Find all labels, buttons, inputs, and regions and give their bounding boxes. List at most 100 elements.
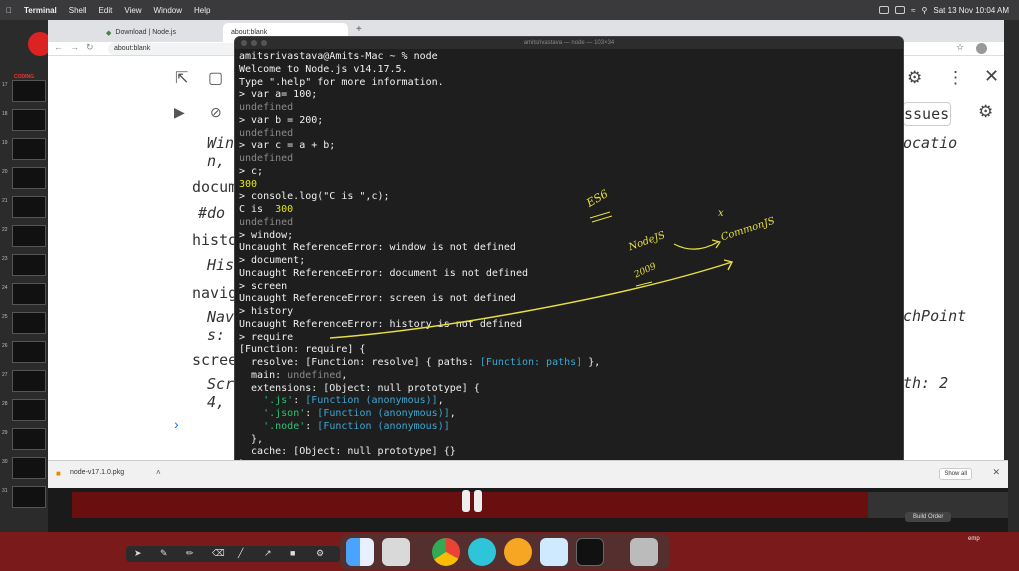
status-icon[interactable]: [879, 6, 890, 14]
terminal-line: main: undefined,: [239, 369, 348, 381]
slide-thumbnail[interactable]: [12, 138, 46, 160]
slide-thumbnail[interactable]: [12, 312, 46, 334]
close-devtools-icon[interactable]: ✕: [984, 66, 999, 87]
console-row: 4,: [207, 393, 226, 411]
slide-thumbnail[interactable]: [12, 254, 46, 276]
drawing-toolbar[interactable]: ➤ ✎ ✏ ⌫ ╱ ↗ ■ ⚙: [126, 546, 340, 562]
console-row[interactable]: Scr: [207, 375, 234, 393]
slide-thumbnail[interactable]: [12, 341, 46, 363]
slide-number: 20: [2, 169, 8, 175]
menu-view[interactable]: View: [118, 6, 147, 15]
finder-icon[interactable]: [346, 538, 374, 566]
slide-thumbnail[interactable]: [12, 80, 46, 102]
settings-gear-icon[interactable]: ⚙: [907, 68, 922, 88]
console-row[interactable]: docum: [192, 178, 237, 196]
nodejs-favicon-icon: ◆: [106, 29, 112, 37]
trash-icon[interactable]: [630, 538, 658, 566]
slide-number: 17: [2, 82, 8, 88]
sidebar-toggle-icon[interactable]: ▶: [174, 104, 185, 121]
pause-icon[interactable]: [458, 488, 488, 514]
slide-thumbnail[interactable]: [12, 399, 46, 421]
settings-tool-icon[interactable]: ⚙: [316, 548, 324, 559]
menu-help[interactable]: Help: [188, 6, 216, 15]
slide-thumbnail[interactable]: [12, 486, 46, 508]
inspect-icon[interactable]: ⇱: [175, 68, 188, 88]
clock-datetime[interactable]: Sat 13 Nov 10:04 AM: [933, 6, 1009, 15]
zoom-window-icon[interactable]: [261, 40, 267, 46]
back-icon[interactable]: ←: [54, 42, 63, 52]
pointer-tool-icon[interactable]: ➤: [134, 548, 142, 559]
close-window-icon[interactable]: [241, 40, 247, 46]
profile-avatar[interactable]: [976, 43, 987, 54]
show-all-button[interactable]: Show all: [939, 468, 972, 480]
close-download-bar-icon[interactable]: ✕: [992, 467, 1000, 478]
tab-download-nodejs[interactable]: ◆ Download | Node.js: [98, 23, 218, 42]
build-order-button[interactable]: Build Order: [905, 512, 952, 522]
device-toggle-icon[interactable]: ▢: [208, 68, 223, 88]
tab-label: about:blank: [231, 29, 268, 36]
issues-button[interactable]: ssues: [903, 102, 951, 126]
terminal-line: undefined: [239, 102, 294, 113]
console-row[interactable]: #do: [198, 204, 225, 222]
annotation-arrow-head: [723, 259, 734, 271]
console-row[interactable]: scree: [192, 351, 237, 369]
slide-thumbnail[interactable]: [12, 167, 46, 189]
webstorm-icon[interactable]: [468, 538, 496, 566]
arrow-tool-icon[interactable]: ↗: [264, 548, 272, 559]
devtools-console-left: ⇱ ▢ ▶ ⊘ Win n, docum #do histo His navig…: [160, 60, 240, 460]
terminal-line: amitsrivastava@Amits-Mac ~ % node: [239, 51, 438, 62]
color-tool-icon[interactable]: ■: [290, 548, 295, 558]
menu-window[interactable]: Window: [148, 6, 188, 15]
display-icon[interactable]: [895, 6, 906, 14]
terminal-icon[interactable]: [576, 538, 604, 566]
pen-tool-icon[interactable]: ✎: [160, 548, 168, 559]
slide-thumbnail[interactable]: [12, 109, 46, 131]
menu-app-name[interactable]: Terminal: [18, 6, 63, 15]
console-row[interactable]: histo: [192, 231, 237, 249]
slide-thumbnail[interactable]: [12, 457, 46, 479]
terminal-line: extensions: [Object: null prototype] {: [239, 382, 480, 394]
chevron-up-icon[interactable]: ˄: [156, 468, 161, 477]
annotation-arrow-nodejs-to-commonjs: [673, 241, 719, 250]
terminal-line: '.node': [Function (anonymous)]: [263, 420, 450, 432]
slide-number: 30: [2, 459, 8, 465]
slide-number: 25: [2, 314, 8, 320]
new-tab-icon[interactable]: +: [356, 24, 362, 35]
console-row-right: th: 2: [903, 374, 949, 392]
download-filename[interactable]: node-v17.1.0.pkg: [70, 469, 124, 476]
console-row[interactable]: Nav: [207, 308, 234, 326]
search-icon[interactable]: ⚲: [922, 6, 928, 15]
url-field[interactable]: about:blank: [108, 43, 248, 55]
forward-icon[interactable]: →: [70, 42, 79, 52]
slack-icon[interactable]: [504, 538, 532, 566]
wifi-icon[interactable]: ≈: [911, 6, 915, 15]
line-tool-icon[interactable]: ╱: [238, 548, 243, 559]
reload-icon[interactable]: ↻: [86, 42, 94, 53]
menu-edit[interactable]: Edit: [93, 6, 119, 15]
launchpad-icon[interactable]: [382, 538, 410, 566]
slide-thumbnail[interactable]: [12, 225, 46, 247]
apple-icon[interactable]: : [0, 6, 18, 15]
menu-shell[interactable]: Shell: [63, 6, 93, 15]
console-row[interactable]: navig: [192, 284, 237, 302]
console-prompt-icon[interactable]: ›: [174, 416, 179, 432]
console-row[interactable]: Win: [207, 134, 234, 152]
clear-console-icon[interactable]: ⊘: [210, 104, 222, 121]
more-menu-icon[interactable]: ⋮: [947, 68, 964, 88]
highlighter-tool-icon[interactable]: ✏: [186, 548, 194, 559]
preview-icon[interactable]: [540, 538, 568, 566]
chrome-icon[interactable]: [432, 538, 460, 566]
slide-thumbnail[interactable]: [12, 370, 46, 392]
bookmark-star-icon[interactable]: ☆: [956, 42, 964, 53]
console-settings-icon[interactable]: ⚙: [978, 102, 993, 122]
annotation-x-mark: x: [718, 208, 724, 219]
slide-number: 31: [2, 488, 8, 494]
slide-thumbnail[interactable]: [12, 283, 46, 305]
console-row[interactable]: His: [207, 256, 234, 274]
slide-number: 19: [2, 140, 8, 146]
slide-thumbnail[interactable]: [12, 196, 46, 218]
console-row: n,: [207, 152, 226, 170]
eraser-tool-icon[interactable]: ⌫: [212, 548, 225, 559]
slide-thumbnail[interactable]: [12, 428, 46, 450]
minimize-window-icon[interactable]: [251, 40, 257, 46]
